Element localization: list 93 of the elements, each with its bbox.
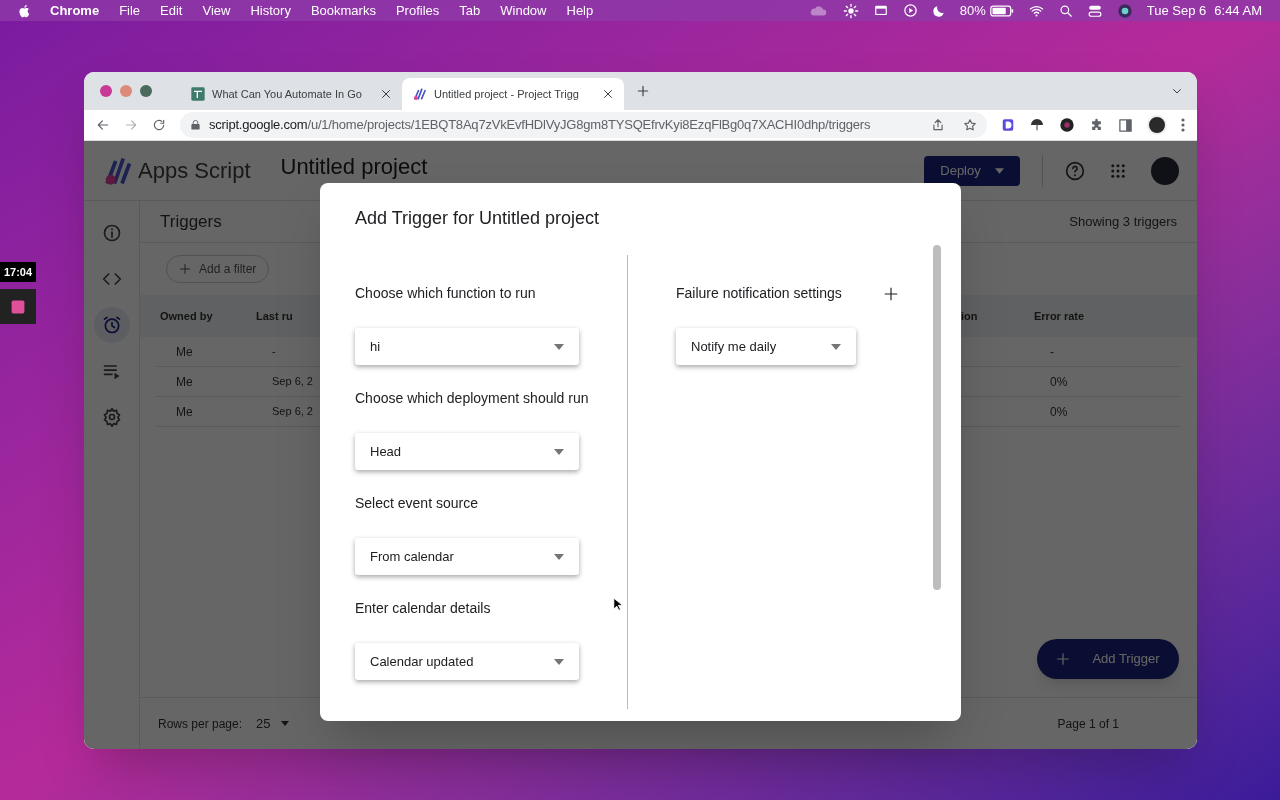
menu-bar-time[interactable]: 6:44 AM (1214, 0, 1262, 21)
clock-widget: 17:04 (0, 262, 36, 282)
table-cell-text: Me (176, 403, 194, 421)
dialog-title: Add Trigger for Untitled project (354, 207, 601, 230)
battery-icon[interactable] (989, 4, 1014, 17)
address-bar[interactable]: script.google.com/u/1/home/projects/1EBQT8Aq7zVkEvfHDlVyJG8gm8TYSQEfrvKyi8EzqFlBg0q7XACHI0dhp/triggers (180, 112, 987, 138)
caret-icon (554, 448, 564, 455)
battery-percentage: 80% (959, 1, 986, 20)
table-cell-text: - (1050, 343, 1055, 361)
dropdown[interactable]: Notify me daily (676, 328, 856, 365)
browser-tab[interactable]: Untitled project - Project Trigg (402, 78, 624, 110)
info-icon (101, 223, 122, 243)
zoom-window-button[interactable] (140, 85, 152, 97)
menu-item[interactable]: Help (566, 0, 594, 21)
dropdown[interactable]: hi (355, 328, 579, 365)
new-tab-icon[interactable] (636, 84, 650, 98)
scrollbar[interactable] (933, 245, 941, 590)
field-label: Choose which deployment should run (355, 389, 589, 408)
field-label: Failure notification settings (676, 284, 842, 303)
table-cell-text: 0% (1050, 403, 1069, 421)
menu-item[interactable]: Profiles (395, 0, 440, 21)
puzzle-icon[interactable] (1089, 117, 1104, 133)
close-icon[interactable] (380, 88, 392, 100)
alarm-clock-icon (101, 315, 122, 335)
lock-icon (190, 119, 201, 131)
table-cell-text: - (272, 344, 276, 360)
scribble-logo-icon (412, 86, 428, 102)
caret-icon (994, 167, 1004, 174)
trigger-count: Showing 3 triggers (1069, 212, 1177, 231)
apple-icon (18, 2, 32, 19)
table-cell-text: 0% (1050, 373, 1069, 391)
table-cell-text: Sep 6, 2 (272, 374, 313, 390)
share-icon[interactable] (931, 118, 945, 132)
plus-icon[interactable] (884, 286, 898, 301)
back-icon[interactable] (96, 118, 110, 132)
menu-item[interactable]: Edit (160, 0, 183, 21)
url-text: script.google.com/u/1/home/projects/1EBQT8Aq7zVkEvfHDlVyJG8gm8TYSQEfrvKyi8EzqFlBg0q7XACHI0dhp/triggers (209, 116, 871, 135)
star-icon[interactable] (963, 118, 977, 132)
add-trigger-button[interactable]: Add Trigger (1037, 639, 1179, 679)
menu-item[interactable]: Bookmarks (310, 0, 376, 21)
cursor-icon (613, 597, 623, 612)
plus-icon (179, 263, 191, 275)
close-icon[interactable] (602, 88, 614, 100)
caret-icon (554, 553, 564, 560)
menu-item[interactable]: View (202, 0, 231, 21)
help-icon[interactable] (1065, 160, 1085, 181)
caret-icon (554, 343, 564, 350)
reload-icon[interactable] (152, 118, 166, 132)
orb-icon[interactable] (1116, 2, 1133, 19)
field-label: Enter calendar details (355, 599, 491, 618)
app-name: Apps Script (138, 157, 251, 185)
scribble-logo-icon (102, 155, 132, 186)
more-icon[interactable] (1181, 118, 1185, 132)
project-title[interactable]: Untitled project (280, 150, 428, 183)
toggles-icon[interactable] (1086, 3, 1103, 18)
table-cell-text: Me (176, 373, 194, 391)
caret-icon (280, 721, 289, 726)
search-icon[interactable] (1058, 3, 1073, 18)
dropdown[interactable]: From calendar (355, 538, 579, 575)
play-icon[interactable] (902, 3, 918, 18)
extension-d-icon[interactable] (1001, 117, 1015, 133)
app-menu[interactable]: Chrome (50, 0, 100, 21)
rail-button[interactable] (93, 307, 130, 343)
umbrella-icon[interactable] (1029, 117, 1045, 133)
menu-item[interactable]: File (119, 0, 141, 21)
pagination-label: Page 1 of 1 (1057, 715, 1119, 733)
field-label: Select event source (355, 494, 478, 513)
gear-icon (101, 407, 122, 427)
table-cell-text: Me (176, 343, 194, 361)
avatar[interactable] (1147, 115, 1167, 135)
side-panel-icon[interactable] (1118, 117, 1133, 133)
menu-item[interactable]: History (250, 0, 291, 21)
dropdown[interactable]: Head (355, 433, 579, 470)
window-icon[interactable] (872, 3, 889, 18)
dark-circle-icon[interactable] (1059, 117, 1075, 133)
menu-bar-date[interactable]: Tue Sep 6 (1146, 0, 1207, 21)
field-label: Choose which function to run (355, 284, 536, 303)
dropdown[interactable]: Calendar updated (355, 643, 579, 680)
record-widget[interactable] (0, 289, 36, 324)
page-title: Triggers (160, 210, 222, 233)
apps-grid-icon[interactable] (1109, 161, 1127, 180)
caret-icon (554, 658, 564, 665)
sun-icon[interactable] (842, 2, 859, 19)
plus-icon (1056, 652, 1071, 666)
table-cell-text: Sep 6, 2 (272, 404, 313, 420)
rows-per-page-label: Rows per page: (158, 715, 243, 733)
close-window-button[interactable] (100, 85, 112, 97)
sheet-icon (190, 86, 206, 102)
wifi-icon[interactable] (1027, 4, 1045, 17)
square-icon (11, 299, 25, 314)
menu-item[interactable]: Tab (459, 0, 481, 21)
caret-icon (831, 343, 841, 350)
menu-item[interactable]: Window (500, 0, 547, 21)
